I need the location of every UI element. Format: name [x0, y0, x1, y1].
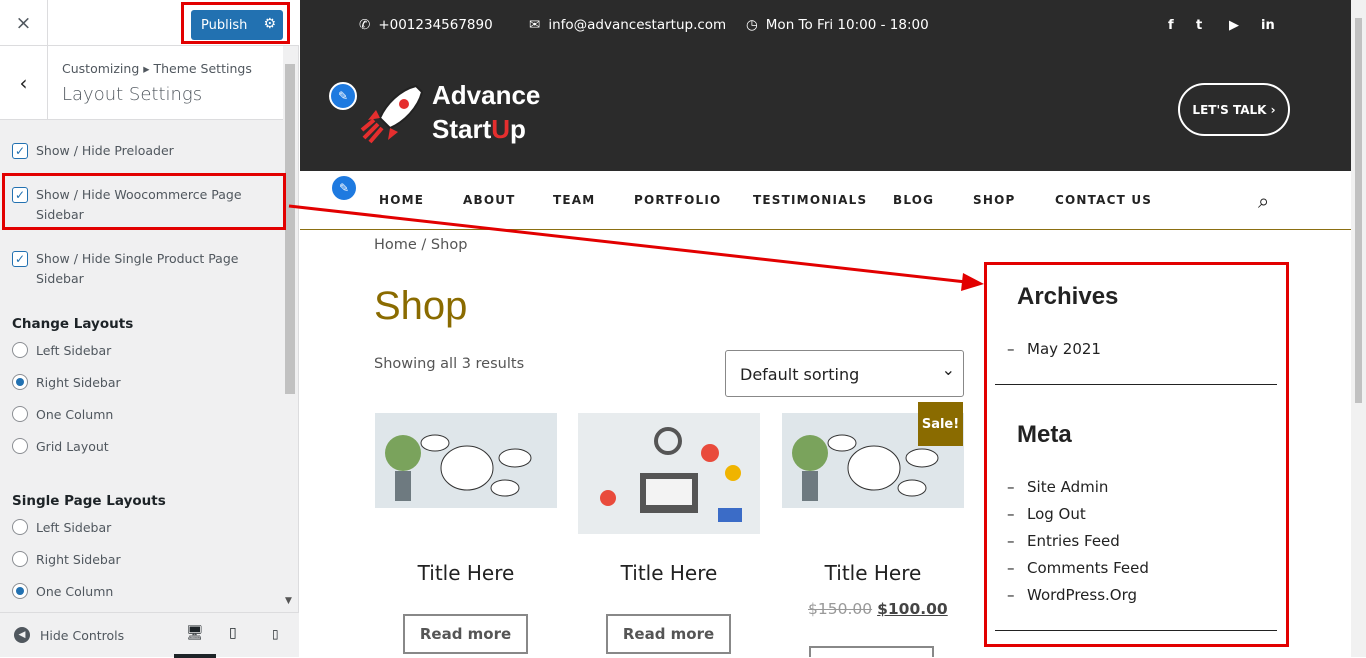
annotation-arrow	[288, 204, 984, 291]
page-scrollbar-thumb[interactable]	[1355, 18, 1362, 403]
page-scrollbar[interactable]	[1351, 0, 1366, 657]
